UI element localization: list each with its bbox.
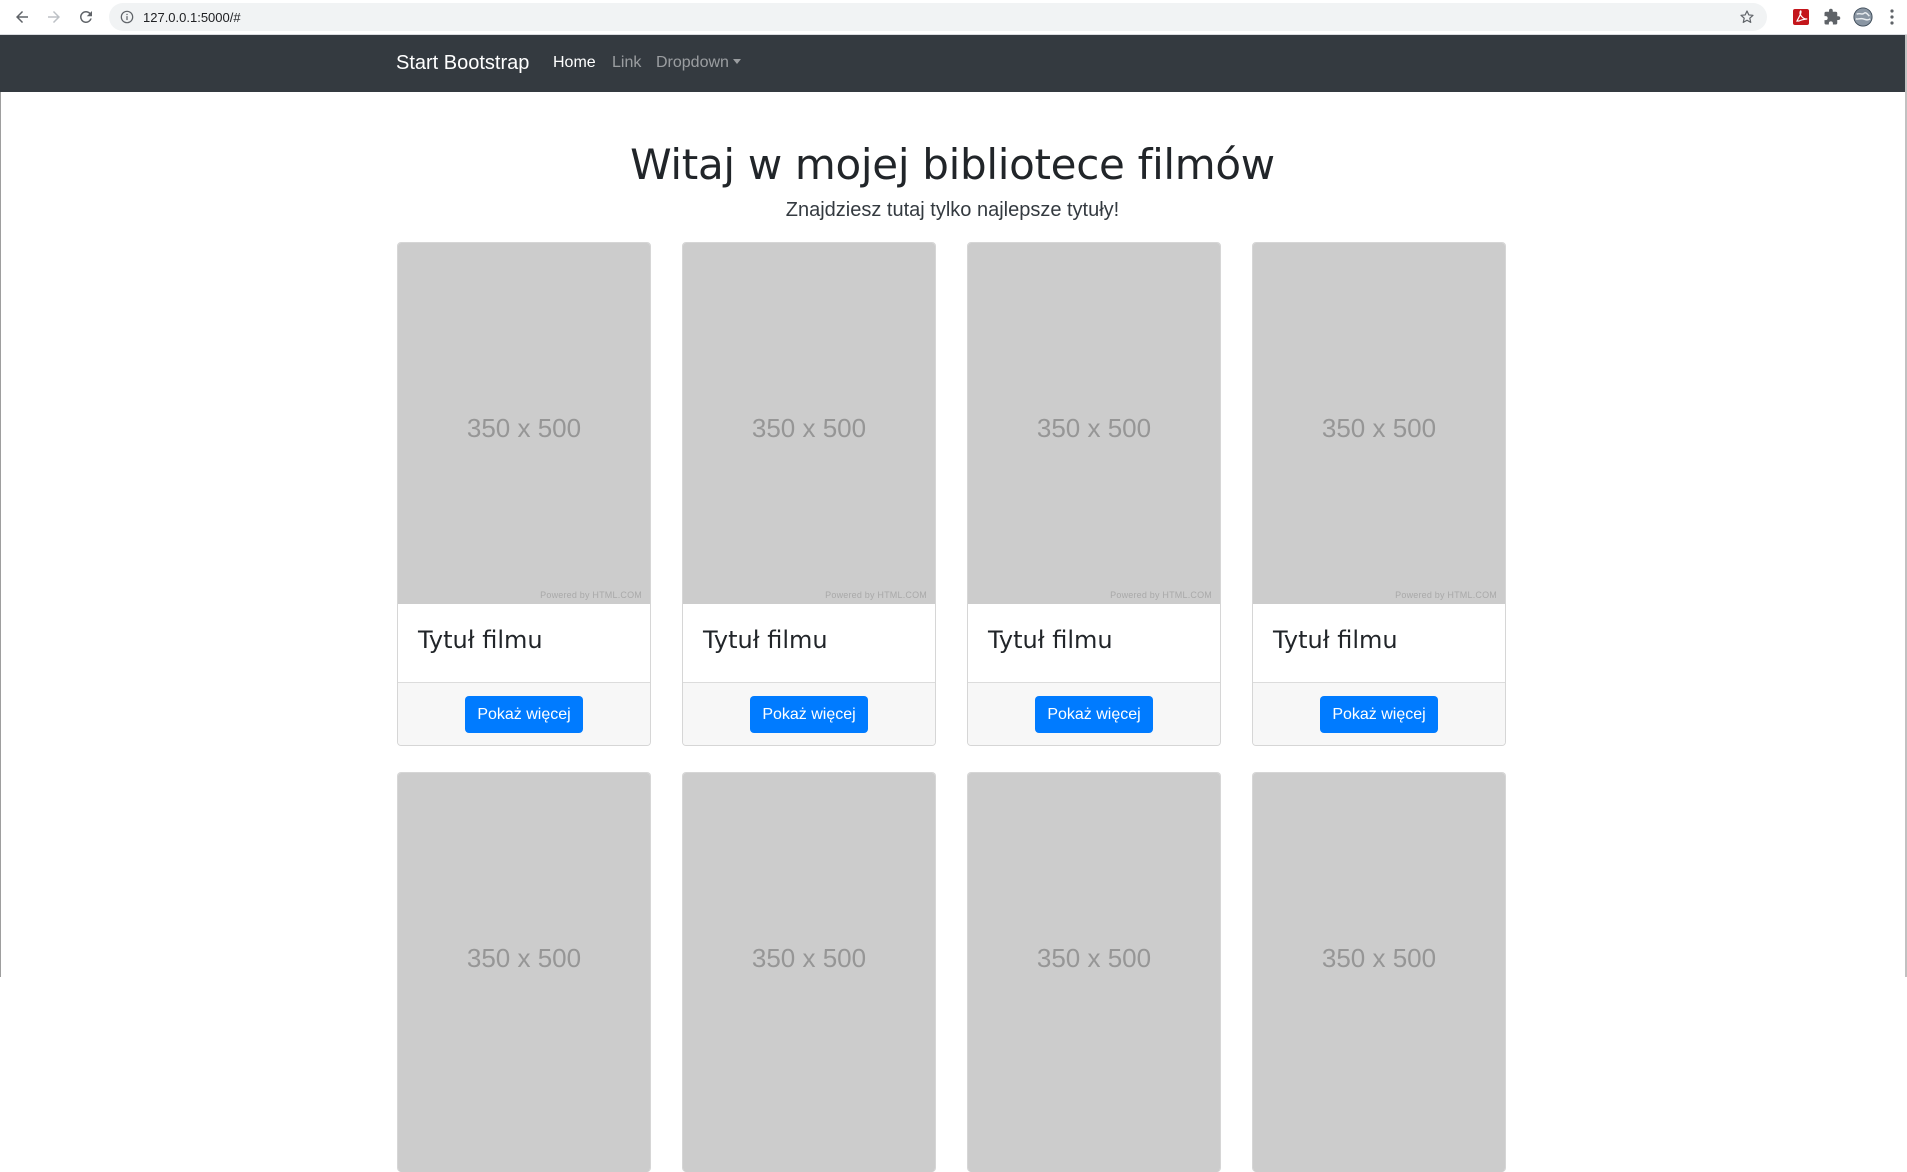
nav-link-link[interactable]: Link xyxy=(612,54,641,72)
arrow-left-icon xyxy=(16,11,28,23)
card-footer: Pokaż więcej xyxy=(1253,683,1505,745)
powered-by-label: Powered by HTML.COM xyxy=(1110,590,1212,600)
nav-link-home[interactable]: Home xyxy=(553,54,596,72)
card-body: Tytuł filmu xyxy=(968,604,1220,683)
menu-kebab-icon[interactable] xyxy=(1885,7,1899,27)
placeholder-size-label: 350 x 500 xyxy=(751,413,867,443)
movie-title: Tytuł filmu xyxy=(1273,626,1398,654)
movie-poster-placeholder: 350 x 500 xyxy=(683,773,935,1172)
movie-card: 350 x 500 Powered by HTML.COM Tytuł film… xyxy=(1252,242,1506,746)
show-more-button[interactable]: Pokaż więcej xyxy=(1320,695,1438,733)
movie-card: 350 x 500 Powered by HTML.COM Tytuł film… xyxy=(967,242,1221,746)
back-button[interactable] xyxy=(10,5,34,29)
movie-card: 350 x 500 xyxy=(397,772,651,1172)
movie-poster-placeholder: 350 x 500 Powered by HTML.COM xyxy=(1253,243,1505,604)
caret-down-icon xyxy=(732,59,741,64)
movie-card: 350 x 500 xyxy=(967,772,1221,1172)
nav-dropdown-label: Dropdown xyxy=(656,54,729,71)
profile-avatar-icon[interactable] xyxy=(1853,7,1873,27)
reload-icon xyxy=(79,10,92,23)
movie-card: 350 x 500 Powered by HTML.COM Tytuł film… xyxy=(682,242,936,746)
powered-by-label: Powered by HTML.COM xyxy=(1395,590,1497,600)
show-more-button[interactable]: Pokaż więcej xyxy=(465,695,583,733)
movie-title: Tytuł filmu xyxy=(703,626,828,654)
card-footer: Pokaż więcej xyxy=(398,683,650,745)
placeholder-size-label: 350 x 500 xyxy=(466,413,582,443)
page-content xyxy=(0,92,1905,977)
movie-poster-placeholder: 350 x 500 xyxy=(398,773,650,1172)
site-navbar: Start Bootstrap Home Link Dropdown xyxy=(0,35,1905,92)
extensions-puzzle-icon[interactable] xyxy=(1822,7,1842,27)
arrow-right-icon xyxy=(48,11,60,23)
address-bar[interactable]: 127.0.0.1:5000/# xyxy=(109,3,1767,31)
address-url: 127.0.0.1:5000/# xyxy=(143,9,241,25)
info-icon[interactable] xyxy=(119,9,135,25)
card-body: Tytuł filmu xyxy=(1253,604,1505,683)
navbar-brand[interactable]: Start Bootstrap xyxy=(396,52,529,75)
show-more-button[interactable]: Pokaż więcej xyxy=(1035,695,1153,733)
placeholder-size-label: 350 x 500 xyxy=(1036,413,1152,443)
movie-card: 350 x 500 xyxy=(682,772,936,1172)
movie-poster-placeholder: 350 x 500 xyxy=(1253,773,1505,1172)
reload-button[interactable] xyxy=(74,5,98,29)
movie-poster-placeholder: 350 x 500 Powered by HTML.COM xyxy=(683,243,935,604)
movie-card: 350 x 500 xyxy=(1252,772,1506,1172)
nav-dropdown[interactable]: Dropdown xyxy=(656,54,741,72)
powered-by-label: Powered by HTML.COM xyxy=(540,590,642,600)
powered-by-label: Powered by HTML.COM xyxy=(825,590,927,600)
placeholder-size-label: 350 x 500 xyxy=(751,943,867,973)
show-more-button[interactable]: Pokaż więcej xyxy=(750,695,868,733)
placeholder-size-label: 350 x 500 xyxy=(1321,943,1437,973)
card-body: Tytuł filmu xyxy=(398,604,650,683)
placeholder-size-label: 350 x 500 xyxy=(1036,943,1152,973)
page-title: Witaj w mojej bibliotece filmów xyxy=(630,140,1275,189)
browser-toolbar: 127.0.0.1:5000/# xyxy=(0,0,1907,35)
movie-card: 350 x 500 Powered by HTML.COM Tytuł film… xyxy=(397,242,651,746)
movie-title: Tytuł filmu xyxy=(418,626,543,654)
movie-poster-placeholder: 350 x 500 xyxy=(968,773,1220,1172)
movie-poster-placeholder: 350 x 500 Powered by HTML.COM xyxy=(968,243,1220,604)
page-subtitle: Znajdziesz tutaj tylko najlepsze tytuły! xyxy=(785,199,1120,221)
bookmark-star-icon[interactable] xyxy=(1739,9,1755,25)
forward-button[interactable] xyxy=(42,5,66,29)
placeholder-size-label: 350 x 500 xyxy=(466,943,582,973)
card-body: Tytuł filmu xyxy=(683,604,935,683)
card-footer: Pokaż więcej xyxy=(968,683,1220,745)
placeholder-size-label: 350 x 500 xyxy=(1321,413,1437,443)
movie-poster-placeholder: 350 x 500 Powered by HTML.COM xyxy=(398,243,650,604)
pdf-extension-icon[interactable] xyxy=(1791,7,1811,27)
card-footer: Pokaż więcej xyxy=(683,683,935,745)
movie-title: Tytuł filmu xyxy=(988,626,1113,654)
